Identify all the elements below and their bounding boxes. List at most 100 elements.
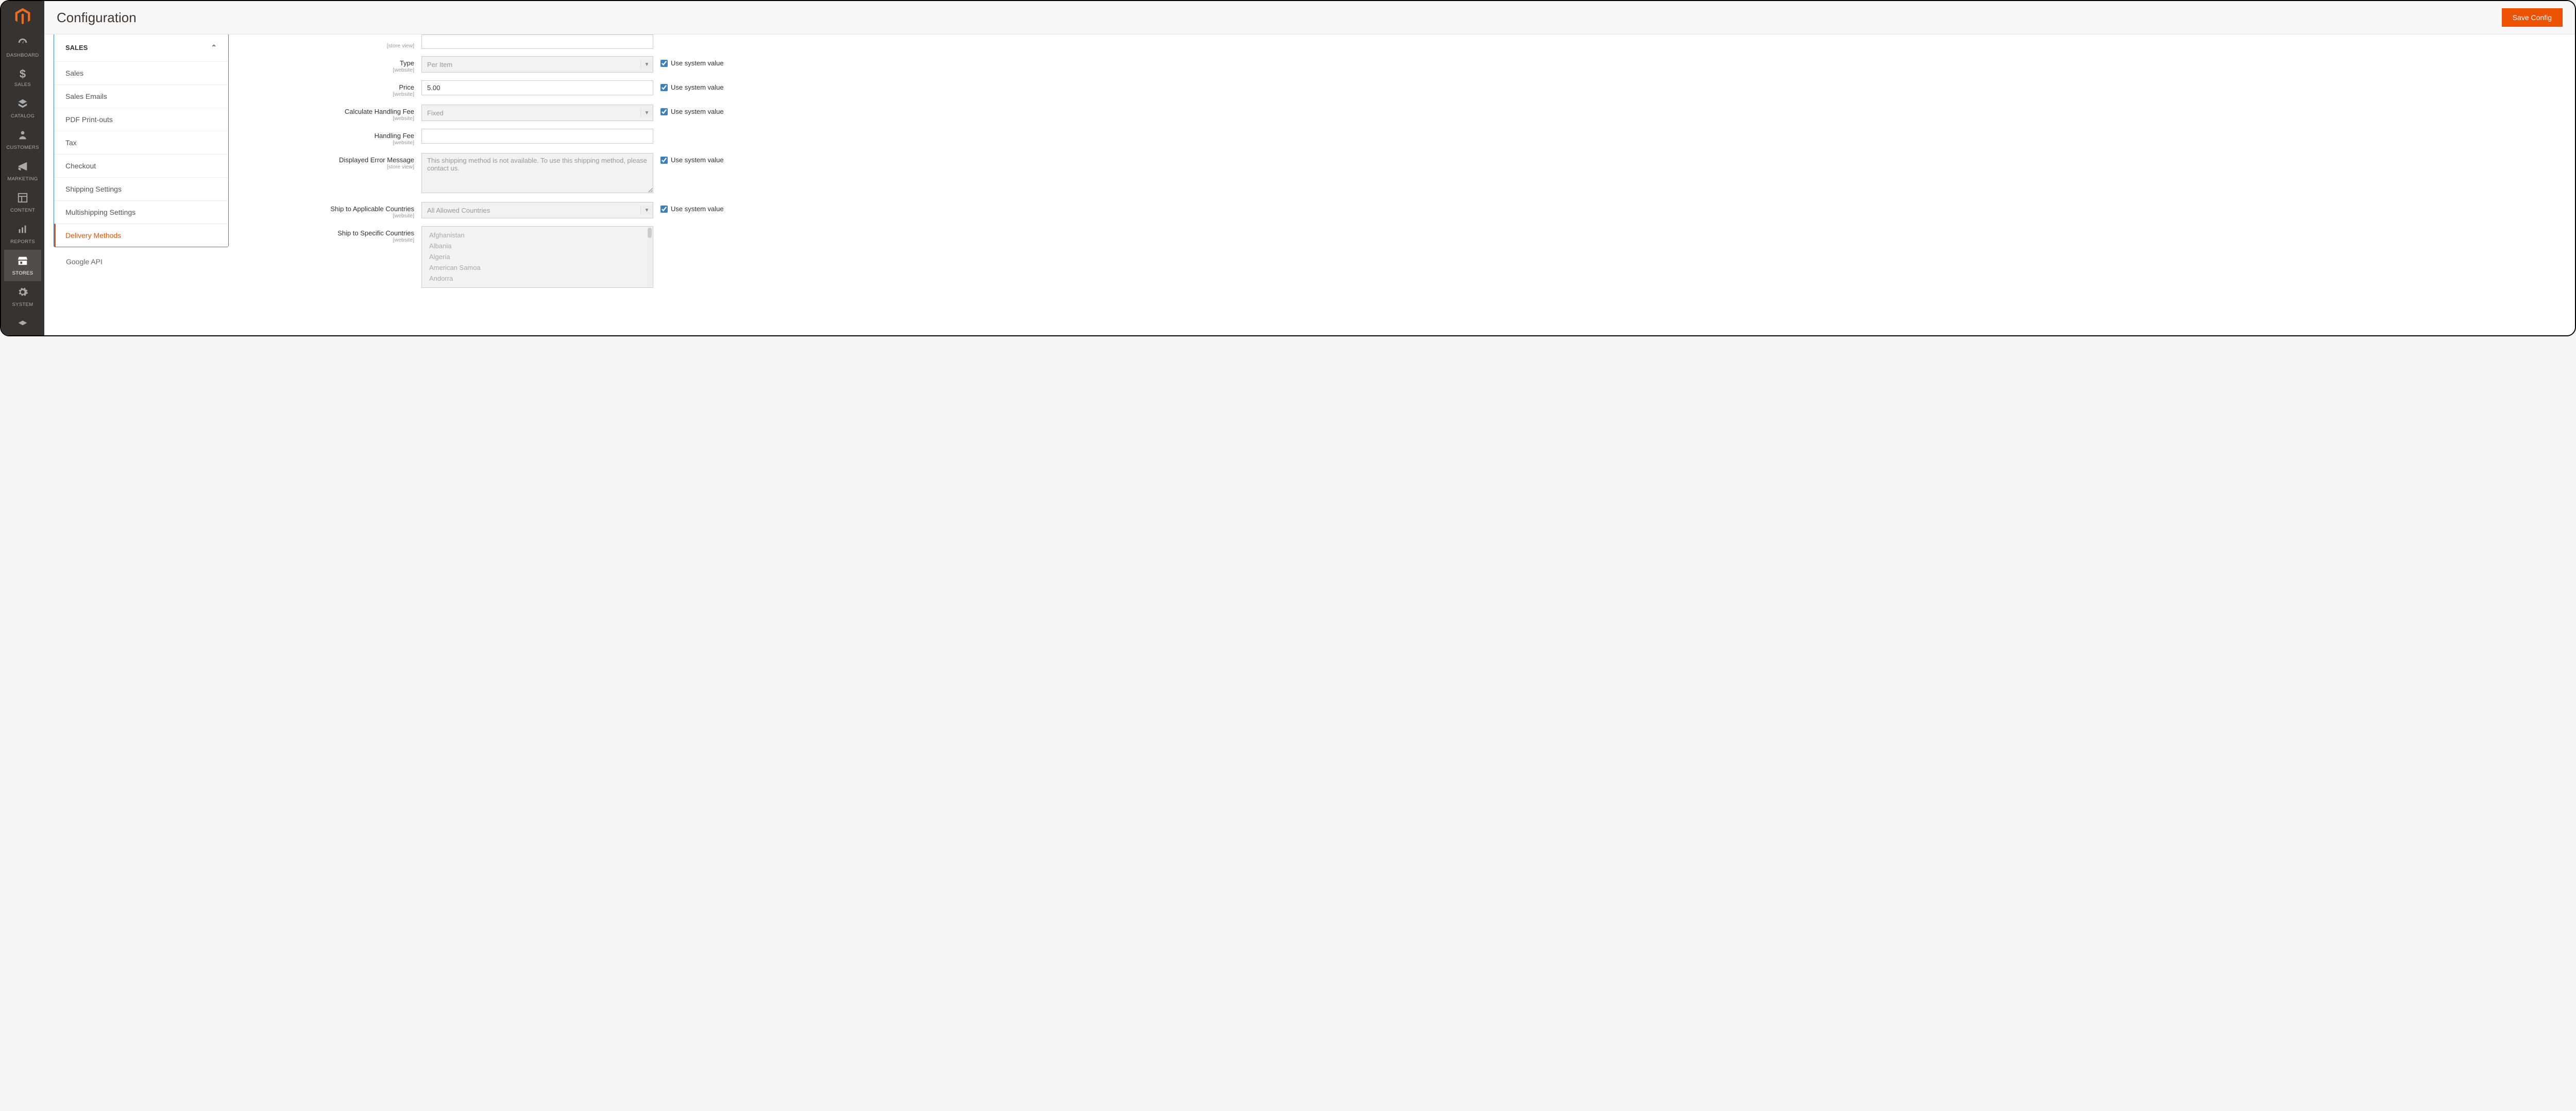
use-system-checkbox[interactable] — [660, 84, 668, 91]
multiselect-option[interactable]: Andorra — [427, 273, 648, 284]
nav-label: DASHBOARD — [6, 53, 39, 58]
nav-item-dashboard[interactable]: DASHBOARD — [4, 32, 41, 63]
form-row-displayed-error-message: Displayed Error Message[store view] This … — [239, 153, 2566, 195]
field-label: Displayed Error Message — [339, 156, 414, 164]
field-label: Type — [400, 59, 414, 67]
textarea-displayed-error-message[interactable]: This shipping method is not available. T… — [421, 153, 653, 193]
multiselect-option[interactable]: American Samoa — [427, 262, 648, 273]
multiselect-option[interactable]: Algeria — [427, 251, 648, 262]
config-subitem-sales-emails[interactable]: Sales Emails — [54, 84, 228, 108]
magento-logo[interactable] — [12, 6, 33, 27]
field-scope: [store view] — [239, 164, 414, 170]
form-row-ship-to-applicable-countries: Ship to Applicable Countries[website] All… — [239, 202, 2566, 219]
config-subitem-delivery-methods[interactable]: Delivery Methods — [54, 224, 228, 247]
stores-icon — [6, 255, 39, 268]
scrollbar-thumb[interactable] — [648, 228, 652, 238]
field-scope: [website] — [239, 213, 414, 219]
select-calculate-handling-fee[interactable]: Fixed ▼ — [421, 105, 653, 121]
chevron-down-icon: ▼ — [640, 108, 653, 117]
nav-item-customers[interactable]: CUSTOMERS — [4, 124, 41, 156]
input-price[interactable] — [421, 80, 653, 95]
nav-item-reports[interactable]: REPORTS — [4, 218, 41, 250]
config-group-title: SALES — [65, 44, 88, 52]
form-row-calculate-handling-fee: Calculate Handling Fee[website]Fixed▼Use… — [239, 105, 2566, 122]
config-subitem-checkout[interactable]: Checkout — [54, 154, 228, 177]
nav-item-sales[interactable]: $ SALES — [4, 63, 41, 93]
multiselect-option[interactable]: Afghanistan — [427, 230, 648, 241]
multiselect-ship-to-specific-countries[interactable]: AfghanistanAlbaniaAlgeriaAmerican SamoaA… — [421, 226, 653, 288]
nav-label: CATALOG — [6, 113, 39, 119]
cube-icon — [6, 318, 39, 328]
use-system-checkbox[interactable] — [660, 60, 668, 67]
page-title: Configuration — [57, 10, 137, 26]
field-label: Ship to Applicable Countries — [330, 205, 414, 213]
chevron-down-icon: ▼ — [640, 60, 653, 69]
system-icon — [6, 286, 39, 300]
save-config-button[interactable]: Save Config — [2502, 8, 2563, 27]
select-value: Per Item — [427, 61, 452, 69]
catalog-icon — [6, 98, 39, 111]
field-scope: [website] — [239, 237, 414, 243]
use-system-checkbox[interactable] — [660, 108, 668, 115]
nav-item-catalog[interactable]: CATALOG — [4, 93, 41, 124]
use-system-label: Use system value — [671, 205, 724, 213]
use-system-label: Use system value — [671, 108, 724, 115]
use-system-label: Use system value — [671, 83, 724, 91]
multiselect-option[interactable]: Albania — [427, 241, 648, 251]
field-label: Price — [399, 83, 414, 91]
nav-label: SYSTEM — [6, 302, 39, 307]
field-scope: [website] — [239, 91, 414, 97]
nav-label: MARKETING — [6, 176, 39, 182]
field-scope: [store view] — [387, 43, 414, 49]
form-row-ship-to-specific-countries: Ship to Specific Countries[website] Afgha… — [239, 226, 2566, 288]
config-subitem-sales[interactable]: Sales — [54, 61, 228, 84]
chevron-down-icon: ▼ — [640, 206, 653, 215]
field-scope: [website] — [239, 67, 414, 73]
config-subitem-pdf-print-outs[interactable]: PDF Print-outs — [54, 108, 228, 131]
page-header: Configuration Save Config — [44, 1, 2575, 35]
dollar-icon: $ — [6, 69, 39, 80]
nav-item-content[interactable]: CONTENT — [4, 187, 41, 218]
nav-label: STORES — [6, 270, 39, 276]
use-system-label: Use system value — [671, 156, 724, 164]
field-label: Calculate Handling Fee — [345, 108, 414, 115]
nav-label: CUSTOMERS — [6, 145, 39, 150]
field-label: Ship to Specific Countries — [337, 229, 414, 237]
use-system-checkbox[interactable] — [660, 206, 668, 213]
select-type[interactable]: Per Item ▼ — [421, 56, 653, 73]
nav-label: SALES — [6, 82, 39, 88]
config-subitem-tax[interactable]: Tax — [54, 131, 228, 154]
admin-left-nav: DASHBOARD $ SALES CATALOG CUSTOMERS MARKETING… — [1, 1, 44, 335]
partial-top-input[interactable] — [421, 35, 653, 49]
select-value: Fixed — [427, 109, 444, 117]
input-handling-fee[interactable] — [421, 129, 653, 144]
dashboard-icon — [6, 37, 39, 50]
form-row-handling-fee: Handling Fee[website] — [239, 129, 2566, 146]
content-icon — [6, 192, 39, 206]
form-row-price: Price[website] Use system value — [239, 80, 2566, 97]
reports-icon — [6, 224, 39, 237]
nav-label: REPORTS — [6, 239, 39, 245]
config-subitem-google-api[interactable]: Google API — [54, 250, 229, 273]
form-row-type: Type[website] Per Item ▼ Use system value — [239, 56, 2566, 73]
use-system-label: Use system value — [671, 59, 724, 67]
nav-item-system[interactable]: SYSTEM — [4, 281, 41, 313]
scrollbar[interactable] — [648, 228, 652, 286]
chevron-up-icon: ⌃ — [211, 43, 217, 52]
config-subitem-multishipping-settings[interactable]: Multishipping Settings — [54, 200, 228, 224]
config-subitem-shipping-settings[interactable]: Shipping Settings — [54, 177, 228, 200]
config-form: [store view] Type[website]Per Item▼Use s… — [239, 35, 2566, 329]
select-value: All Allowed Countries — [427, 207, 490, 214]
customers-icon — [6, 129, 39, 143]
config-sidebar: SALES ⌃ SalesSales EmailsPDF Print-outsT… — [54, 35, 229, 329]
field-label: Handling Fee — [375, 132, 414, 140]
marketing-icon — [6, 161, 39, 174]
nav-item-stores[interactable]: STORES — [4, 250, 41, 281]
config-group-header-sales[interactable]: SALES ⌃ — [54, 35, 228, 61]
nav-item-partial[interactable] — [4, 313, 41, 335]
nav-label: CONTENT — [6, 208, 39, 213]
nav-item-marketing[interactable]: MARKETING — [4, 156, 41, 187]
field-scope: [website] — [239, 140, 414, 146]
select-ship-to-applicable-countries[interactable]: All Allowed Countries ▼ — [421, 202, 653, 218]
use-system-checkbox[interactable] — [660, 157, 668, 164]
